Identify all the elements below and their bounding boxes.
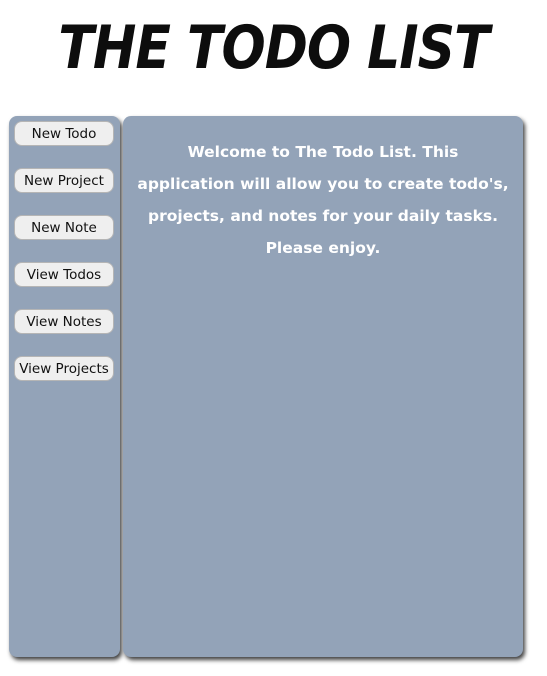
view-notes-button[interactable]: View Notes (14, 309, 114, 334)
new-project-button[interactable]: New Project (14, 168, 114, 193)
view-todos-button[interactable]: View Todos (14, 262, 114, 287)
sidebar: New Todo New Project New Note View Todos… (9, 116, 120, 657)
welcome-message: Welcome to The Todo List. This applicati… (137, 143, 509, 257)
new-note-button[interactable]: New Note (14, 215, 114, 240)
app-title: THE TODO LIST (58, 14, 489, 83)
new-todo-button[interactable]: New Todo (14, 121, 114, 146)
view-projects-button[interactable]: View Projects (14, 356, 114, 381)
main-content-panel: Welcome to The Todo List. This applicati… (123, 116, 523, 657)
